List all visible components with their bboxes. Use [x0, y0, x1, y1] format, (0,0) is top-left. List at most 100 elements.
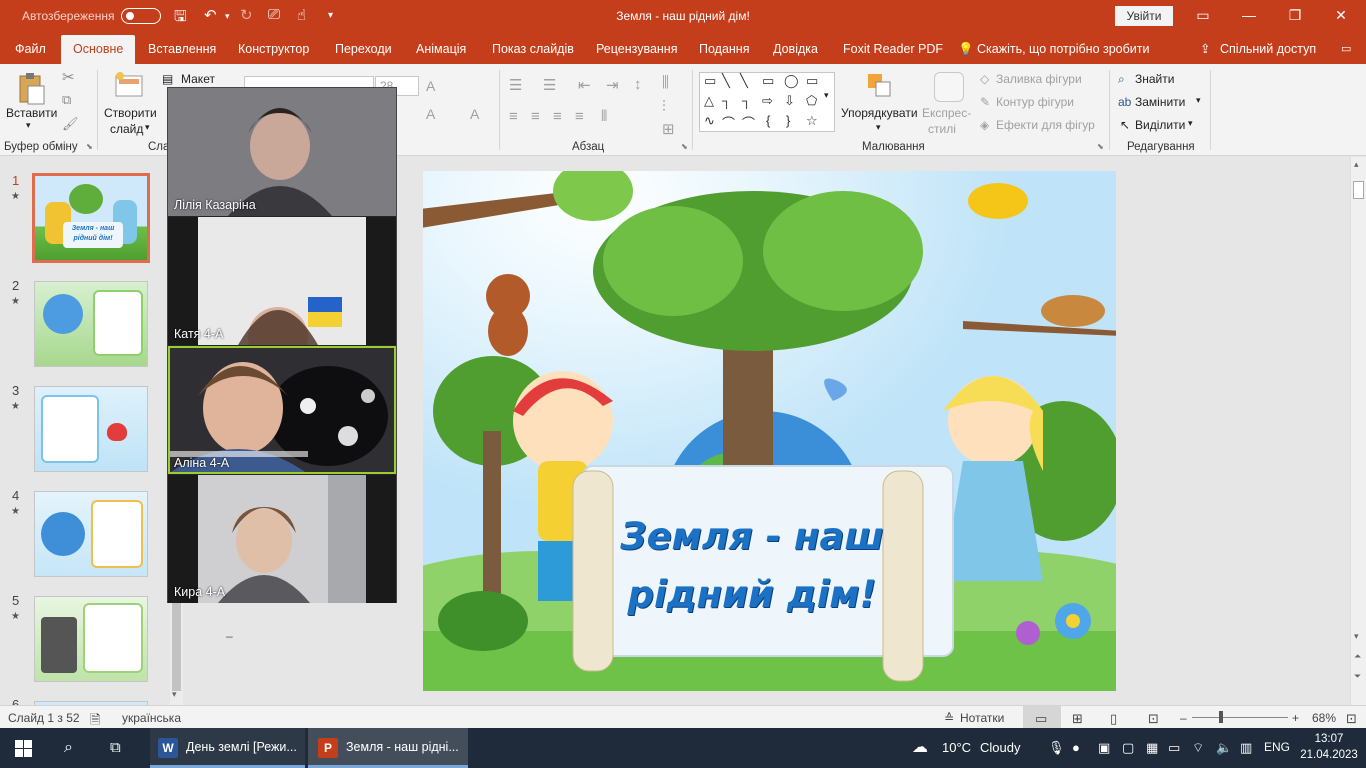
shape-outline-icon[interactable]: ✎	[980, 95, 990, 109]
autosave-toggle[interactable]	[121, 8, 161, 24]
minimize-icon[interactable]: —	[1226, 0, 1272, 32]
zoom-level[interactable]: 68%	[1312, 711, 1336, 725]
battery-icon[interactable]: ▭	[1168, 740, 1180, 756]
format-painter-icon[interactable]: 🖌	[62, 116, 79, 132]
paste-dropdown-icon[interactable]: ▾	[26, 120, 31, 131]
tray-app-icon[interactable]: ▦	[1146, 740, 1158, 756]
select-dropdown-icon[interactable]: ▾	[1188, 118, 1193, 129]
paragraph-launcher-icon[interactable]: ⬊	[681, 142, 688, 151]
select-button[interactable]: Виділити	[1135, 118, 1185, 132]
taskbar-app-powerpoint[interactable]: P Земля - наш рідні...	[308, 728, 468, 768]
express-styles-button[interactable]: Експрес-	[922, 106, 971, 120]
taskbar-app-word[interactable]: W День землі [Режи...	[150, 728, 305, 768]
zoom-out-icon[interactable]: –	[1180, 711, 1187, 725]
next-slide-icon[interactable]: ⏷	[1354, 671, 1361, 682]
tab-insert[interactable]: Вставлення	[148, 35, 216, 64]
shape-fill-button[interactable]: Заливка фігури	[996, 72, 1082, 86]
search-icon[interactable]: ⌕	[64, 728, 73, 768]
clock[interactable]: 13:07 21.04.2023	[1298, 731, 1360, 763]
drawing-launcher-icon[interactable]: ⬊	[1097, 142, 1104, 151]
copy-icon[interactable]: ⧉	[62, 92, 71, 108]
scroll-down-icon[interactable]: ▾	[1354, 631, 1359, 642]
slide-thumbnail-5[interactable]	[34, 596, 148, 682]
notes-icon[interactable]: ≙	[944, 711, 954, 725]
weather-desc[interactable]: Cloudy	[980, 740, 1020, 755]
express-styles-icon[interactable]	[934, 72, 964, 102]
tray-app-icon[interactable]: ▥	[1240, 740, 1252, 756]
normal-view-icon[interactable]: ▭	[1035, 711, 1047, 727]
scroll-thumb[interactable]	[1353, 181, 1364, 199]
slide-vertical-scrollbar[interactable]: ▴ ▾ ⏶ ⏷	[1350, 157, 1366, 705]
tab-animations[interactable]: Анімація	[416, 35, 466, 64]
replace-icon[interactable]: ab	[1118, 95, 1131, 109]
reading-view-icon[interactable]: ▯	[1110, 711, 1117, 727]
bullets-icon[interactable]: ☰	[509, 76, 522, 94]
share-button[interactable]: Спільний доступ	[1220, 35, 1316, 64]
scroll-down-icon[interactable]: ▾	[172, 689, 177, 700]
slide-thumbnail-2[interactable]	[34, 281, 148, 367]
align-right-icon[interactable]: ≡	[553, 108, 562, 125]
new-slide-icon[interactable]	[114, 70, 146, 102]
task-view-icon[interactable]: ⧉	[110, 728, 121, 768]
cut-icon[interactable]: ✂	[62, 68, 75, 86]
paste-button[interactable]: Вставити	[6, 106, 57, 120]
sign-in-button[interactable]: Увійти	[1115, 6, 1173, 26]
slide-sorter-icon[interactable]: ⊞	[1072, 711, 1083, 727]
notes-button[interactable]: Нотатки	[960, 711, 1004, 725]
shapes-more-icon[interactable]: ▾	[824, 90, 829, 101]
touch-mode-icon[interactable]: ☝	[297, 6, 306, 24]
numbering-icon[interactable]: ☰	[543, 76, 556, 94]
weather-temp[interactable]: 10°C	[942, 740, 971, 755]
shape-fill-icon[interactable]: ◇	[980, 72, 989, 86]
shape-effects-icon[interactable]: ◈	[980, 118, 989, 132]
text-direction-icon[interactable]: ⫼	[662, 74, 669, 91]
align-left-icon[interactable]: ≡	[509, 108, 518, 125]
smartart-icon[interactable]: ⊞	[662, 120, 675, 138]
tab-review[interactable]: Рецензування	[596, 35, 677, 64]
zoom-in-icon[interactable]: +	[1292, 711, 1299, 725]
undo-icon[interactable]: ↶	[204, 6, 217, 24]
new-slide-button[interactable]: Створити	[104, 106, 157, 120]
slide-thumbnail-3[interactable]	[34, 386, 148, 472]
layout-icon[interactable]: ▤	[162, 72, 173, 86]
select-icon[interactable]: ↖	[1120, 118, 1130, 132]
replace-dropdown-icon[interactable]: ▾	[1196, 95, 1201, 106]
tab-design[interactable]: Конструктор	[238, 35, 309, 64]
tray-app-icon[interactable]: ▣	[1098, 740, 1110, 756]
tell-me-search[interactable]: Скажіть, що потрібно зробити	[977, 35, 1150, 64]
arrange-button[interactable]: Упорядкувати	[841, 106, 918, 120]
zoom-slider-thumb[interactable]	[1219, 711, 1223, 723]
network-icon[interactable]: ⌔	[1192, 740, 1204, 756]
tab-transitions[interactable]: Переходи	[335, 35, 392, 64]
present-from-start-icon[interactable]: ⎚	[268, 6, 280, 23]
slide-thumbnail-1[interactable]: Земля - наш рідний дім!	[32, 173, 150, 263]
collapse-ribbon-icon[interactable]: ▭	[1341, 35, 1351, 64]
align-center-icon[interactable]: ≡	[531, 108, 540, 125]
slide-title[interactable]: Земля - наш рідний дім!	[596, 508, 908, 624]
find-icon[interactable]: ⌕	[1118, 72, 1125, 87]
save-icon[interactable]: 🖫	[174, 6, 187, 31]
replace-button[interactable]: Замінити	[1135, 95, 1185, 109]
increase-font-icon[interactable]: A	[426, 78, 435, 94]
arrange-dropdown-icon[interactable]: ▾	[876, 122, 881, 133]
express-styles-button-line2[interactable]: стилі	[928, 122, 956, 136]
restore-icon[interactable]: ❐	[1272, 0, 1318, 32]
find-button[interactable]: Знайти	[1135, 72, 1174, 86]
tray-app-icon[interactable]: ▢	[1122, 740, 1134, 756]
fit-to-window-icon[interactable]: ⊡	[1346, 711, 1357, 727]
redo-icon[interactable]: ↻	[240, 6, 253, 24]
scroll-up-icon[interactable]: ▴	[1354, 159, 1359, 170]
clipboard-launcher-icon[interactable]: ⬊	[86, 142, 93, 151]
new-slide-dropdown-icon[interactable]: ▾	[145, 122, 150, 133]
increase-indent-icon[interactable]: ⇥	[606, 76, 619, 94]
slide-thumbnail-4[interactable]	[34, 491, 148, 577]
previous-slide-icon[interactable]: ⏶	[1354, 651, 1361, 662]
layout-button[interactable]: Макет	[181, 72, 215, 86]
start-icon[interactable]	[15, 740, 32, 757]
arrange-icon[interactable]	[866, 72, 894, 100]
close-icon[interactable]: ✕	[1318, 0, 1364, 32]
line-spacing-icon[interactable]: ↕	[634, 76, 642, 93]
shape-outline-button[interactable]: Контур фігури	[996, 95, 1074, 109]
slide-show-icon[interactable]: ⊡	[1148, 711, 1159, 727]
shapes-gallery[interactable]: ▭ ╲ ╲ ▭ ◯ ▭ △ ┐ ┐ ⇨ ⇩ ⬠ ∿ ⌒ ⌒{} ☆	[699, 72, 835, 132]
